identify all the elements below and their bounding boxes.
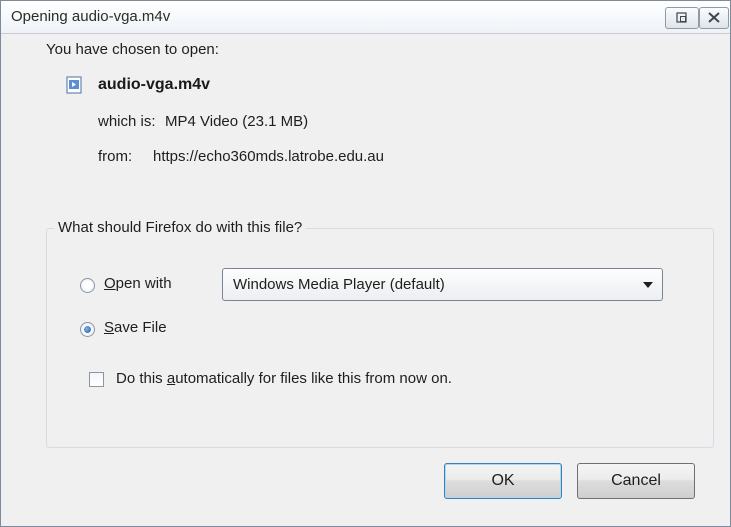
close-button[interactable] <box>699 7 729 29</box>
media-file-icon <box>66 76 82 94</box>
cancel-button[interactable]: Cancel <box>577 463 695 499</box>
open-with-app-select[interactable]: Windows Media Player (default) <box>222 268 663 301</box>
save-file-radio[interactable] <box>80 322 95 337</box>
title-bar[interactable]: Opening audio-vga.m4v <box>1 1 730 34</box>
action-group-legend: What should Firefox do with this file? <box>54 219 307 236</box>
which-is-label: which is: <box>98 113 156 130</box>
auto-checkbox-label[interactable]: Do this automatically for files like thi… <box>116 370 452 387</box>
file-type-size: MP4 Video (23.1 MB) <box>165 113 309 130</box>
close-icon <box>708 12 720 23</box>
open-with-radio[interactable] <box>80 278 95 293</box>
intro-text: You have chosen to open: <box>46 41 219 58</box>
action-group <box>46 228 714 448</box>
window-title: Opening audio-vga.m4v <box>11 8 171 25</box>
source-url: https://echo360mds.latrobe.edu.au <box>153 148 384 165</box>
from-label: from: <box>98 148 133 165</box>
restore-icon <box>676 12 687 23</box>
chevron-down-icon <box>643 282 653 288</box>
save-file-label[interactable]: Save File <box>104 319 167 336</box>
open-with-label[interactable]: Open with <box>104 275 172 292</box>
ok-button[interactable]: OK <box>444 463 562 499</box>
restore-button[interactable] <box>665 7 699 29</box>
open-with-app-value: Windows Media Player (default) <box>233 276 445 293</box>
auto-checkbox[interactable] <box>89 372 104 387</box>
file-name: audio-vga.m4v <box>98 76 211 93</box>
